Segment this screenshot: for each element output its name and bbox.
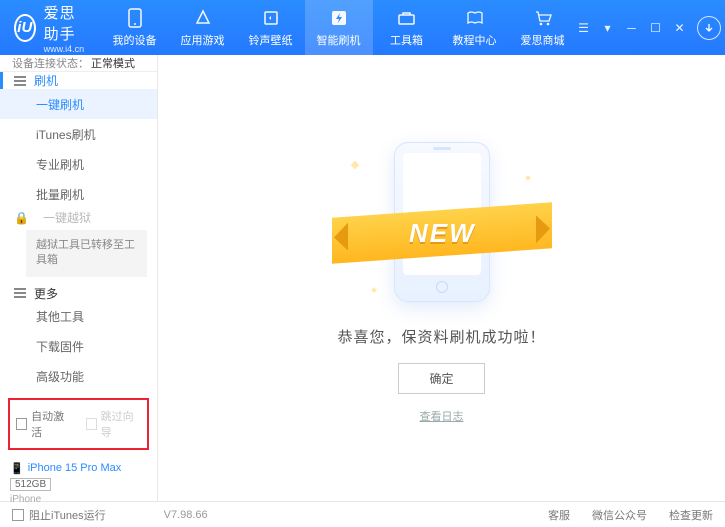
section-title: 更多 <box>34 285 58 302</box>
ok-button[interactable]: 确定 <box>398 363 484 394</box>
close-button[interactable]: ✕ <box>673 21 687 35</box>
toolbox-icon <box>397 8 417 28</box>
view-log-link[interactable]: 查看日志 <box>420 408 464 424</box>
nav-toolbox[interactable]: 工具箱 <box>373 0 441 55</box>
sidebar-item-other-tools[interactable]: 其他工具 <box>0 302 157 332</box>
success-message: 恭喜您，保资料刷机成功啦！ <box>337 326 545 347</box>
nav-label: 智能刷机 <box>317 32 361 48</box>
status-value: 正常模式 <box>91 55 135 71</box>
nav-apps-games[interactable]: 应用游戏 <box>169 0 237 55</box>
section-icon <box>14 76 26 86</box>
ringtone-icon <box>261 8 281 28</box>
nav-label: 我的设备 <box>113 32 157 48</box>
top-nav: 我的设备 应用游戏 铃声壁纸 智能刷机 工具箱 教程中心 爱思商城 <box>101 0 577 55</box>
status-label: 设备连接状态： <box>12 55 89 71</box>
app-subtitle: www.i4.cn <box>44 44 91 54</box>
device-phone-icon: 📱 <box>10 462 24 475</box>
device-status: 设备连接状态： 正常模式 <box>0 55 157 72</box>
menu-icon[interactable]: ☰ <box>577 21 591 35</box>
checkbox-label: 阻止iTunes运行 <box>29 507 106 523</box>
section-title: 刷机 <box>34 72 58 89</box>
sidebar-item-download-fw[interactable]: 下载固件 <box>0 332 157 362</box>
section-icon <box>14 288 26 298</box>
skin-icon[interactable]: ▾ <box>601 21 615 35</box>
checkbox-label: 跳过向导 <box>101 408 141 440</box>
nav-label: 工具箱 <box>390 32 423 48</box>
checkbox-label: 自动激活 <box>31 408 71 440</box>
nav-label: 应用游戏 <box>181 32 225 48</box>
sidebar-item-oneclick-flash[interactable]: 一键刷机 <box>0 89 157 119</box>
brand: iU 爱思助手 www.i4.cn <box>0 2 101 54</box>
maximize-button[interactable]: ☐ <box>649 21 663 35</box>
section-jailbreak[interactable]: 🔒 一键越狱 <box>0 209 157 226</box>
nav-mall[interactable]: 爱思商城 <box>509 0 577 55</box>
footer-link-update[interactable]: 检查更新 <box>669 507 713 523</box>
nav-label: 教程中心 <box>453 32 497 48</box>
flash-icon <box>329 8 349 28</box>
new-ribbon: NEW <box>332 202 552 263</box>
phone-icon <box>125 8 145 28</box>
jailbreak-note: 越狱工具已转移至工具箱 <box>26 230 147 277</box>
window-controls: ☰ ▾ ─ ☐ ✕ <box>577 16 725 40</box>
nav-ringtones[interactable]: 铃声壁纸 <box>237 0 305 55</box>
title-bar: iU 爱思助手 www.i4.cn 我的设备 应用游戏 铃声壁纸 智能刷机 工具… <box>0 0 725 55</box>
success-illustration: NEW <box>332 132 552 312</box>
checkbox-block-itunes[interactable]: 阻止iTunes运行 <box>12 507 106 523</box>
section-flash[interactable]: 刷机 <box>0 72 157 89</box>
sidebar-item-itunes-flash[interactable]: iTunes刷机 <box>0 119 157 149</box>
device-name[interactable]: 📱 iPhone 15 Pro Max <box>10 462 147 475</box>
app-title: 爱思助手 <box>44 2 91 44</box>
section-title: 一键越狱 <box>43 209 91 226</box>
footer-link-support[interactable]: 客服 <box>548 507 570 523</box>
app-logo-icon: iU <box>14 14 36 42</box>
device-capacity: 512GB <box>10 478 51 491</box>
options-highlight-box: 自动激活 跳过向导 <box>8 398 149 450</box>
sidebar-item-pro-flash[interactable]: 专业刷机 <box>0 149 157 179</box>
checkbox-auto-activate[interactable]: 自动激活 <box>16 408 72 440</box>
footer-link-wechat[interactable]: 微信公众号 <box>592 507 647 523</box>
cart-icon <box>533 8 553 28</box>
nav-label: 爱思商城 <box>521 32 565 48</box>
sidebar-item-advanced[interactable]: 高级功能 <box>0 362 157 392</box>
minimize-button[interactable]: ─ <box>625 21 639 35</box>
section-more[interactable]: 更多 <box>0 285 157 302</box>
sidebar-item-batch-flash[interactable]: 批量刷机 <box>0 179 157 209</box>
download-icon[interactable] <box>697 16 721 40</box>
device-info: 📱 iPhone 15 Pro Max 512GB iPhone <box>0 456 157 513</box>
version-label: V7.98.66 <box>164 509 208 521</box>
checkbox-skip-guide[interactable]: 跳过向导 <box>86 408 142 440</box>
nav-my-device[interactable]: 我的设备 <box>101 0 169 55</box>
lock-icon: 🔒 <box>14 211 29 225</box>
apps-icon <box>193 8 213 28</box>
sidebar: 设备连接状态： 正常模式 刷机 一键刷机 iTunes刷机 专业刷机 批量刷机 … <box>0 55 158 501</box>
main-content: NEW 恭喜您，保资料刷机成功啦！ 确定 查看日志 <box>158 55 725 501</box>
book-icon <box>465 8 485 28</box>
nav-flash[interactable]: 智能刷机 <box>305 0 373 55</box>
nav-label: 铃声壁纸 <box>249 32 293 48</box>
nav-tutorials[interactable]: 教程中心 <box>441 0 509 55</box>
device-type: iPhone <box>10 494 147 505</box>
